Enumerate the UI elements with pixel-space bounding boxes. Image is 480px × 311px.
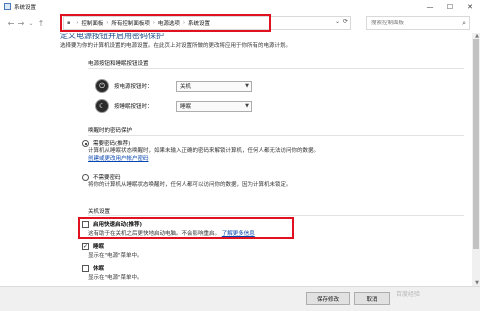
- require-password-option[interactable]: 需要密码(推荐): [82, 139, 130, 147]
- hibernate-checkbox[interactable]: [82, 264, 89, 272]
- section-divider: [88, 135, 464, 136]
- require-password-label: 需要密码(推荐): [93, 141, 131, 147]
- moon-icon: ☾: [95, 99, 109, 113]
- search-box[interactable]: ⌕: [366, 16, 470, 30]
- sleep-button-row: ☾ 按睡眠按钮时： 睡眠 ▼: [95, 99, 252, 113]
- power-section-title: 电源按钮和睡眠按钮设置: [88, 61, 149, 67]
- require-password-desc: 计算机从睡眠状态唤醒时，如果未输入正确的密码来解锁计算机，任何人都无法访问你的数…: [88, 148, 320, 154]
- scrollbar-thumb[interactable]: [473, 39, 479, 249]
- no-password-option[interactable]: 不需要密码: [82, 173, 121, 181]
- no-password-label: 不需要密码: [93, 175, 121, 181]
- cancel-button[interactable]: 取消: [354, 292, 390, 305]
- footer-bar: 保存修改 取消 百度经验: [0, 286, 480, 311]
- section-divider: [88, 68, 464, 69]
- chevron-down-icon: ▼: [245, 102, 249, 109]
- chevron-down-icon: ▼: [245, 82, 249, 89]
- watermark: 百度经验: [396, 291, 421, 298]
- close-button[interactable]: ✕: [460, 0, 480, 13]
- hibernate-desc: 显示在"电源"菜单中。: [88, 275, 143, 281]
- back-arrow-icon[interactable]: ←: [6, 19, 16, 28]
- power-icon: ⏻: [95, 79, 109, 93]
- wake-section-title: 唤醒时的密码保护: [88, 128, 133, 134]
- hibernate-label: 休眠: [93, 266, 105, 272]
- up-arrow-icon[interactable]: ↑: [36, 19, 46, 28]
- page-description: 选择要为你的计算机设置的电源设置。在此页上对设置所做的更改将应用于你所有的电源计…: [60, 43, 292, 49]
- maximize-button[interactable]: ☐: [440, 0, 460, 13]
- sleep-button-value: 睡眠: [180, 104, 192, 110]
- shutdown-section-title: 关机设置: [88, 209, 111, 215]
- no-password-desc: 将你的计算机从睡眠状态唤醒时，任何人都可以访问你的数据，因为计算机未锁定。: [88, 182, 292, 188]
- require-password-radio[interactable]: [82, 140, 89, 147]
- no-password-radio[interactable]: [82, 174, 89, 181]
- main-content: 定义电源按钮并启用密码保护 选择要为你的计算机设置的电源设置。在此页上对设置所做…: [0, 33, 480, 286]
- hibernate-option[interactable]: 休眠: [82, 264, 104, 272]
- sleep-button-select[interactable]: 睡眠 ▼: [176, 100, 252, 112]
- change-password-link[interactable]: 创建或更改用户帐户密码: [88, 155, 149, 163]
- page-title: 定义电源按钮并启用密码保护: [60, 33, 164, 40]
- address-highlight-box: [60, 14, 271, 32]
- search-icon[interactable]: ⌕: [462, 19, 466, 28]
- save-changes-button[interactable]: 保存修改: [306, 292, 350, 305]
- sleep-label: 睡眠: [93, 244, 105, 250]
- window-title: 系统设置: [14, 4, 37, 11]
- forward-arrow-icon[interactable]: →: [16, 19, 26, 28]
- sleep-option[interactable]: ✓ 睡眠: [82, 242, 104, 250]
- minimize-button[interactable]: —: [420, 0, 440, 13]
- search-input[interactable]: [371, 20, 457, 26]
- power-button-row: ⏻ 按电源按钮时： 关机 ▼: [95, 79, 252, 93]
- power-button-value: 关机: [180, 84, 192, 90]
- window-controls: — ☐ ✕: [420, 0, 480, 13]
- sleep-button-label: 按睡眠按钮时：: [114, 104, 153, 110]
- title-bar: 系统设置 — ☐ ✕: [0, 0, 480, 13]
- fast-startup-highlight-box: [78, 217, 294, 239]
- section-divider: [88, 215, 464, 216]
- address-bar-actions: ⌄ ⟳: [335, 18, 348, 25]
- sleep-desc: 显示在"电源"菜单中。: [88, 253, 143, 259]
- sleep-checkbox[interactable]: ✓: [82, 242, 89, 250]
- recent-dropdown-icon[interactable]: ⌄: [26, 20, 36, 27]
- power-button-select[interactable]: 关机 ▼: [176, 80, 252, 92]
- scrollbar[interactable]: ▲ ▼: [472, 33, 480, 286]
- control-panel-icon: [4, 3, 11, 10]
- address-dropdown-icon[interactable]: ⌄: [335, 18, 340, 25]
- power-button-label: 按电源按钮时：: [114, 84, 153, 90]
- refresh-icon[interactable]: ⟳: [343, 18, 348, 25]
